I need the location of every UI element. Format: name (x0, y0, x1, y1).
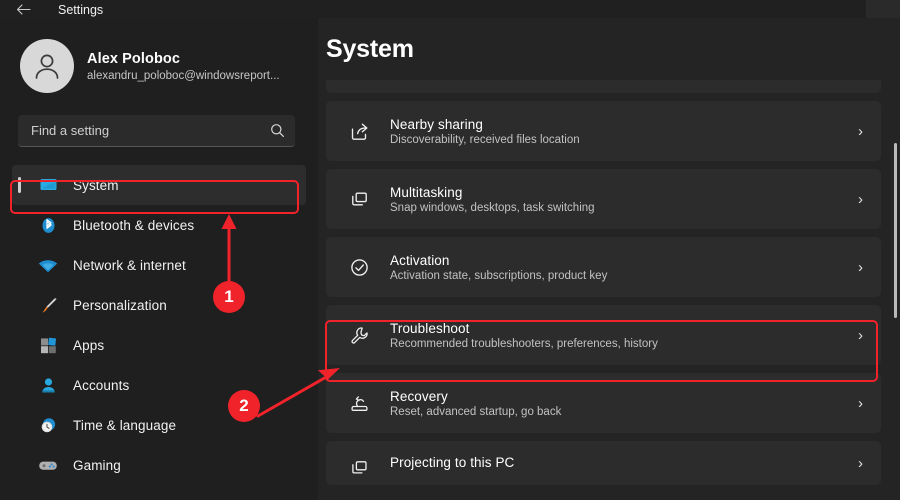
sidebar-item-personalization[interactable]: Personalization (12, 285, 306, 325)
avatar (20, 39, 74, 93)
settings-row-partial-top[interactable] (326, 80, 881, 93)
chevron-right-icon[interactable]: › (858, 455, 865, 472)
chevron-right-icon[interactable]: › (858, 395, 865, 412)
sidebar-item-apps[interactable]: Apps (12, 325, 306, 365)
settings-row-troubleshoot[interactable]: Troubleshoot Recommended troubleshooters… (326, 305, 881, 365)
settings-row-projecting[interactable]: Projecting to this PC › (326, 441, 881, 485)
window-controls (780, 0, 900, 18)
back-arrow-icon[interactable] (14, 2, 32, 16)
settings-row-recovery[interactable]: Recovery Reset, advanced startup, go bac… (326, 373, 881, 433)
settings-row-subtitle: Reset, advanced startup, go back (390, 405, 562, 418)
sidebar-item-gaming[interactable]: Gaming (12, 445, 306, 485)
wrench-icon (346, 322, 372, 348)
sidebar-item-bluetooth-devices[interactable]: Bluetooth & devices (12, 205, 306, 245)
window-titlebar: Settings (0, 0, 900, 18)
sidebar-item-network-internet[interactable]: Network & internet (12, 245, 306, 285)
recovery-icon (346, 390, 372, 416)
settings-row-title: Projecting to this PC (390, 455, 515, 470)
search-box[interactable] (18, 115, 295, 147)
wifi-icon (38, 255, 58, 275)
settings-row-subtitle: Recommended troubleshooters, preferences… (390, 337, 658, 350)
person-icon (38, 375, 58, 395)
settings-row-nearby-sharing[interactable]: Nearby sharing Discoverability, received… (326, 101, 881, 161)
settings-row-activation[interactable]: Activation Activation state, subscriptio… (326, 237, 881, 297)
chevron-right-icon[interactable]: › (858, 191, 865, 208)
annotation-marker-1: 1 (213, 281, 245, 313)
share-icon (346, 118, 372, 144)
settings-row-subtitle: Activation state, subscriptions, product… (390, 269, 608, 282)
search-input[interactable] (31, 123, 270, 138)
projecting-icon (346, 455, 372, 481)
sidebar-item-label: System (73, 177, 119, 193)
bluetooth-icon (38, 215, 58, 235)
content-scrollbar[interactable] (894, 143, 897, 318)
chevron-right-icon[interactable]: › (858, 327, 865, 344)
sidebar-item-system[interactable]: System (12, 165, 306, 205)
chevron-right-icon[interactable]: › (858, 123, 865, 140)
sidebar-nav: System Bluetooth & devices Network & int… (0, 165, 318, 485)
sidebar-item-label: Personalization (73, 297, 167, 313)
account-name: Alex Poloboc (87, 50, 181, 67)
settings-row-title: Nearby sharing (390, 116, 483, 132)
gamepad-icon (38, 455, 58, 475)
sidebar-item-label: Bluetooth & devices (73, 217, 195, 233)
clock-icon (38, 415, 58, 435)
sidebar-item-label: Apps (73, 337, 105, 353)
settings-row-subtitle: Snap windows, desktops, task switching (390, 201, 595, 214)
main-content: System Nearby sharing Discoverability, r… (318, 18, 900, 500)
window-title: Settings (58, 3, 104, 17)
page-title: System (326, 35, 414, 63)
sidebar-item-label: Gaming (73, 457, 121, 473)
sidebar-item-label: Accounts (73, 377, 130, 393)
annotation-marker-2: 2 (228, 390, 260, 422)
settings-row-title: Activation (390, 252, 450, 268)
apps-icon (38, 335, 58, 355)
settings-card-list: Nearby sharing Discoverability, received… (326, 80, 881, 493)
sidebar: Alex Poloboc alexandru_poloboc@windowsre… (0, 18, 318, 500)
sidebar-item-accounts[interactable]: Accounts (12, 365, 306, 405)
chevron-right-icon[interactable]: › (858, 259, 865, 276)
check-circle-icon (346, 254, 372, 280)
sidebar-item-time-language[interactable]: Time & language (12, 405, 306, 445)
search-icon[interactable] (270, 123, 285, 138)
sidebar-item-label: Time & language (73, 417, 177, 433)
account-email: alexandru_poloboc@windowsreport... (87, 69, 280, 82)
monitor-icon (38, 175, 58, 195)
minimize-button[interactable] (866, 0, 900, 18)
paintbrush-icon (38, 295, 58, 315)
settings-row-title: Recovery (390, 388, 448, 404)
settings-row-multitasking[interactable]: Multitasking Snap windows, desktops, tas… (326, 169, 881, 229)
account-header[interactable]: Alex Poloboc alexandru_poloboc@windowsre… (0, 18, 318, 96)
settings-row-subtitle: Discoverability, received files location (390, 133, 580, 146)
sidebar-item-label: Network & internet (73, 257, 186, 273)
settings-row-title: Troubleshoot (390, 320, 470, 336)
multitasking-windows-icon (346, 186, 372, 212)
settings-row-title: Multitasking (390, 184, 463, 200)
